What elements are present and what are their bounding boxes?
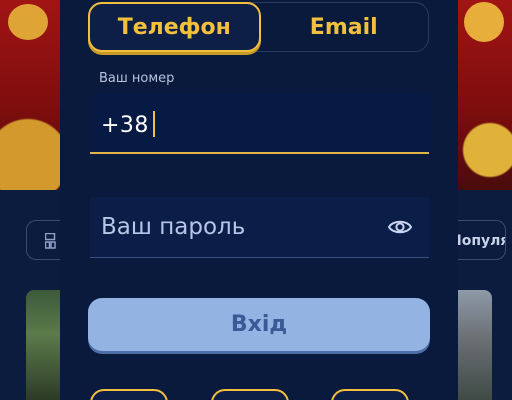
game-card[interactable] [26,290,60,400]
phone-input-value: +38 [101,111,155,138]
login-modal: Телефон Email Ваш номер +38 Ваш пароль В… [60,0,458,400]
phone-field-label: Ваш номер [99,71,175,86]
game-card[interactable] [458,290,492,400]
text-caret [152,111,155,137]
eye-icon[interactable] [387,215,413,239]
tab-phone[interactable]: Телефон [88,2,261,52]
tab-email[interactable]: Email [260,3,429,51]
screen: Популярні Телефон Email Ваш номер +38 Ва… [0,0,512,400]
password-placeholder: Ваш пароль [101,214,246,240]
sort-label: Популярні [450,233,505,249]
social-login-button[interactable] [331,389,409,400]
login-method-tabs: Телефон Email [88,2,429,52]
password-input[interactable]: Ваш пароль [90,197,429,258]
banner-art-right [464,2,504,42]
social-login-button[interactable] [90,389,168,400]
phone-input[interactable]: +38 [90,93,429,154]
login-button[interactable]: Вхід [88,298,430,351]
social-login-button[interactable] [211,389,289,400]
filter-button[interactable] [26,220,62,260]
banner-art-left [8,4,48,40]
grid-icon [45,233,56,249]
